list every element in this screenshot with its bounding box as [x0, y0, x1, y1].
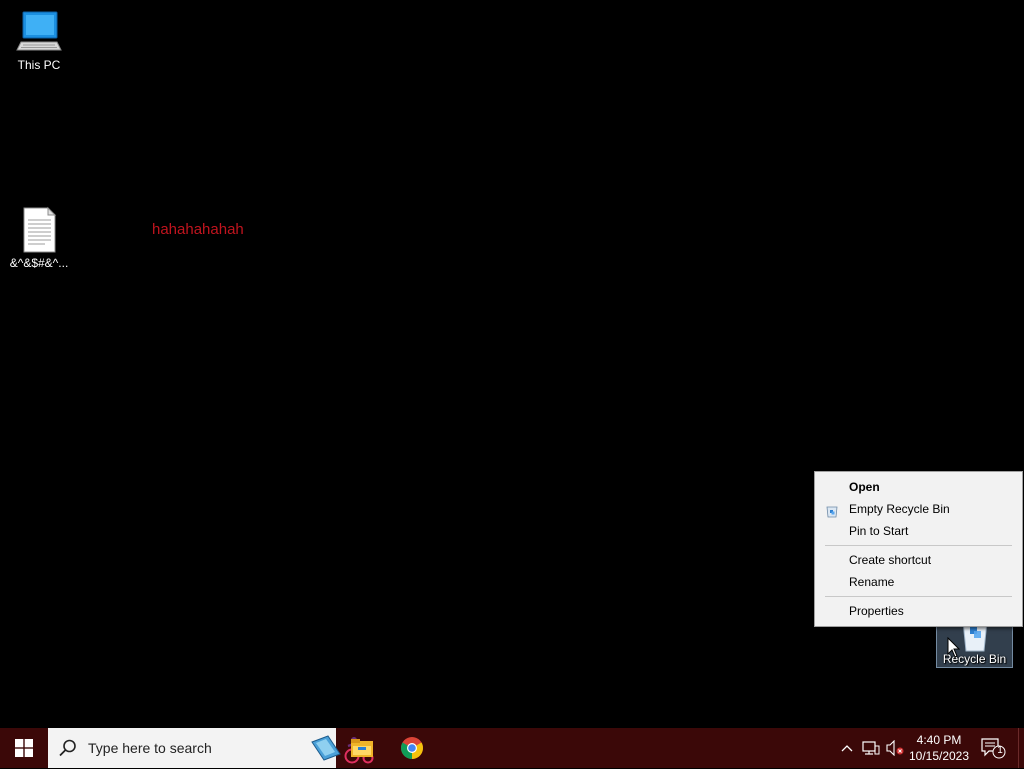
menu-item-rename[interactable]: Rename — [815, 571, 1022, 593]
clock-date: 10/15/2023 — [908, 749, 970, 763]
menu-item-label: Pin to Start — [849, 524, 909, 538]
taskbar-file-explorer[interactable] — [338, 728, 386, 768]
tray-network[interactable] — [860, 728, 882, 768]
windows-logo-icon — [15, 739, 33, 757]
menu-item-label: Properties — [849, 604, 904, 618]
mouse-cursor-icon — [947, 636, 961, 659]
menu-item-create-shortcut[interactable]: Create shortcut — [815, 549, 1022, 571]
context-menu: Open Empty Recycle Bin Pin to Start Crea… — [814, 471, 1023, 627]
clock-time: 4:40 PM — [916, 733, 962, 747]
menu-item-label: Empty Recycle Bin — [849, 502, 950, 516]
chevron-up-icon — [841, 745, 853, 752]
this-pc-icon — [15, 8, 63, 56]
menu-item-label: Open — [849, 480, 880, 494]
menu-item-empty-recycle-bin[interactable]: Empty Recycle Bin — [815, 498, 1022, 520]
menu-separator — [825, 596, 1012, 597]
desktop-icon-label: This PC — [17, 58, 61, 72]
start-button[interactable] — [0, 728, 48, 768]
notification-count-badge: 1 — [997, 745, 1003, 756]
desktop-icon-this-pc[interactable]: This PC — [1, 8, 77, 72]
desktop-icon-label: &^&$#&^... — [9, 256, 69, 270]
file-explorer-icon — [351, 739, 373, 757]
taskbar: Type here to search 4:40 PM 10/15/2023 1 — [0, 728, 1024, 768]
chrome-icon — [401, 737, 423, 759]
recycle-bin-small-icon — [826, 503, 838, 518]
desktop-icon-text-file[interactable]: &^&$#&^... — [1, 206, 77, 270]
show-desktop-button[interactable] — [1018, 728, 1024, 768]
tray-volume[interactable] — [884, 728, 906, 768]
network-icon — [862, 741, 880, 755]
desktop-overlay-text: hahahahahah — [152, 221, 244, 238]
menu-item-pin-to-start[interactable]: Pin to Start — [815, 520, 1022, 542]
text-document-icon — [15, 206, 63, 254]
volume-muted-icon — [886, 740, 904, 756]
menu-item-label: Rename — [849, 575, 895, 589]
menu-item-label: Create shortcut — [849, 553, 932, 567]
tray-action-center[interactable]: 1 — [976, 728, 1010, 768]
menu-separator — [825, 545, 1012, 546]
desktop[interactable]: This PC &^&$#&^... hahahahahah Recycle B… — [0, 0, 1024, 728]
taskbar-chrome[interactable] — [388, 728, 436, 768]
menu-item-open[interactable]: Open — [815, 476, 1022, 498]
search-icon — [58, 738, 78, 763]
tray-clock[interactable]: 4:40 PM 10/15/2023 — [906, 728, 972, 768]
menu-item-properties[interactable]: Properties — [815, 600, 1022, 622]
tray-show-hidden-icons[interactable] — [836, 728, 858, 768]
search-placeholder: Type here to search — [88, 740, 212, 756]
taskbar-search-box[interactable]: Type here to search — [48, 728, 374, 768]
